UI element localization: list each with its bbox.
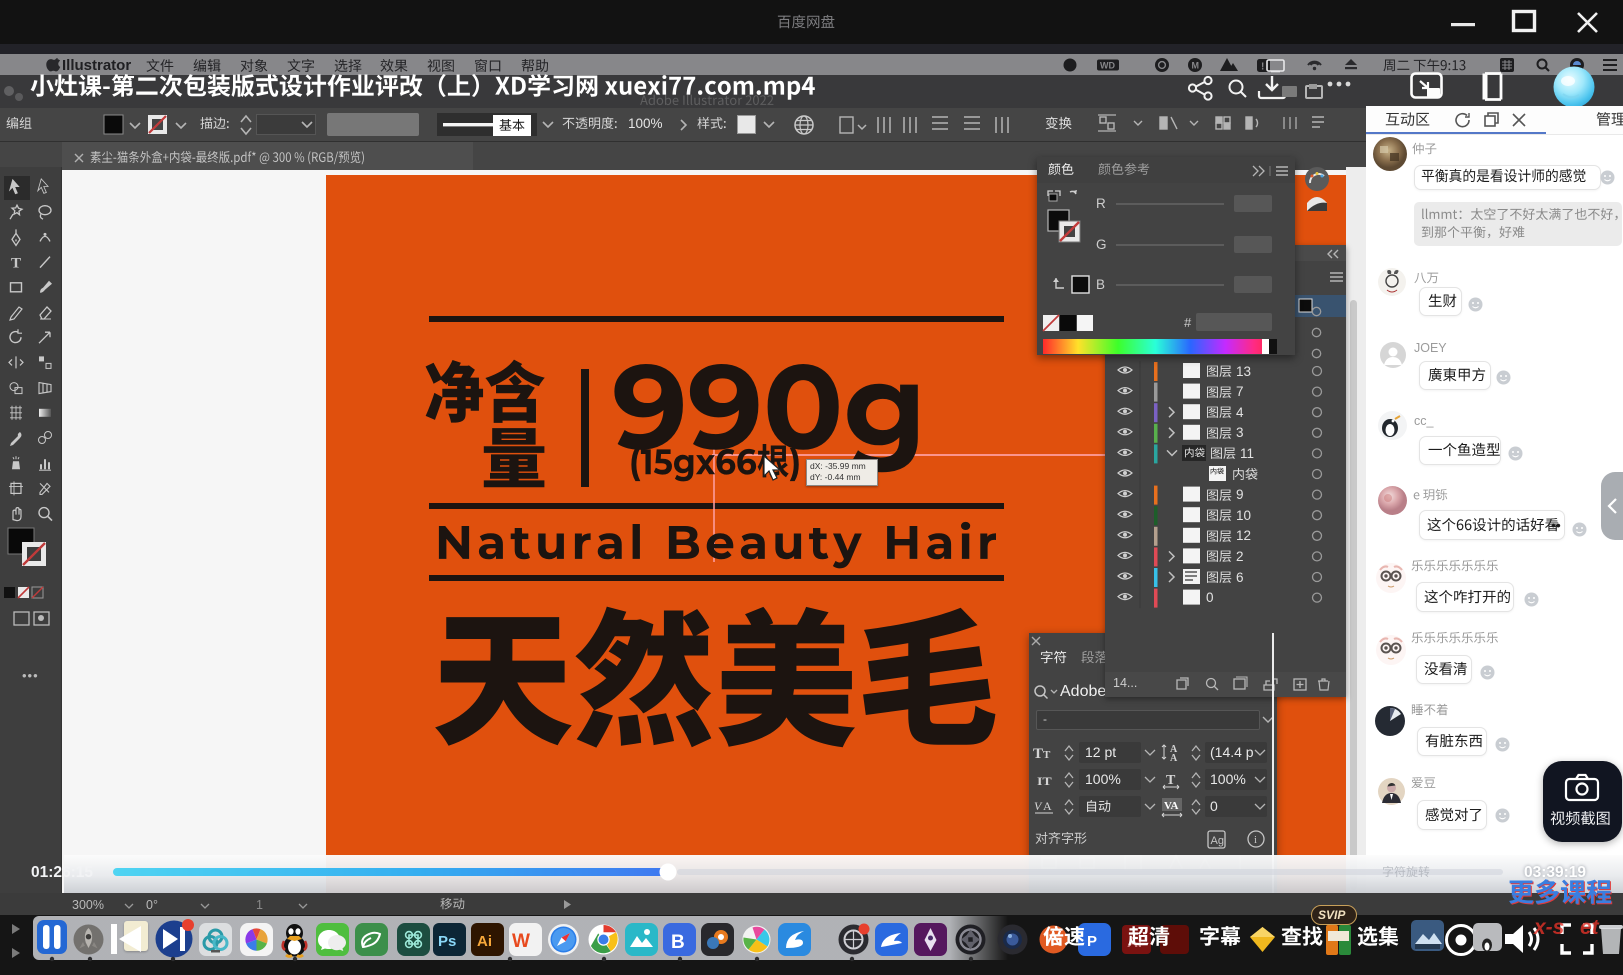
svg-text:Ps: Ps (438, 933, 456, 950)
svg-text:P: P (1087, 933, 1097, 950)
svg-text:Ai: Ai (477, 933, 492, 950)
svg-text:B: B (671, 932, 685, 953)
svg-text:W: W (512, 931, 530, 952)
